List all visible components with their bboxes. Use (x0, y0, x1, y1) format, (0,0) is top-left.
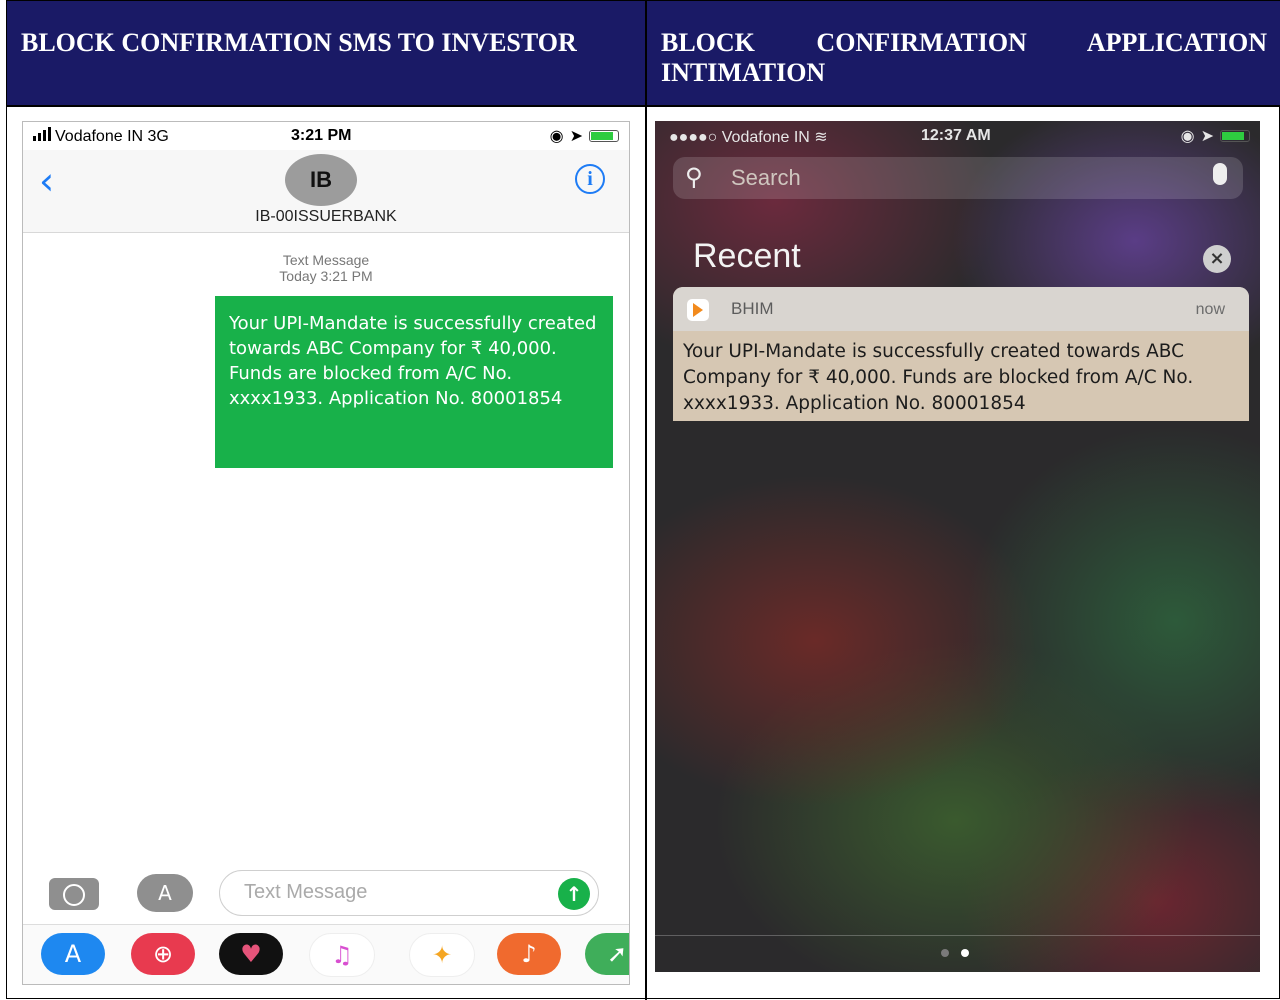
info-icon[interactable]: i (575, 164, 605, 194)
status-time: 3:21 PM (291, 127, 352, 144)
message-bubble: Your UPI-Mandate is successfully created… (215, 296, 613, 468)
back-chevron-icon[interactable]: ‹ (39, 162, 54, 200)
battery-icon (589, 130, 619, 142)
contact-name[interactable]: IB-00ISSUERBANK (23, 208, 629, 226)
notification-app-name: BHIM (731, 299, 774, 318)
dock-divider (655, 935, 1260, 936)
maps-icon[interactable]: ➚ (585, 933, 629, 975)
app-store-icon[interactable]: A (137, 874, 193, 912)
signal-icon (33, 127, 51, 141)
photos-icon[interactable]: ✦ (409, 933, 475, 977)
message-input-placeholder: Text Message (244, 881, 368, 903)
notification-text: Your UPI-Mandate is successfully created… (683, 341, 1194, 414)
status-bar: ●●●●○ Vodafone IN ≋ 12:37 AM ◉ ➤ (655, 121, 1260, 151)
wifi-icon: ≋ (814, 129, 828, 146)
status-icons: ◉ ➤ (550, 126, 619, 146)
guitar-icon[interactable]: ♪ (497, 933, 561, 975)
microphone-icon[interactable] (1213, 163, 1227, 185)
search-globe-icon[interactable]: ⊕ (131, 933, 195, 975)
message-type: Text Message (282, 252, 370, 268)
lock-rotation-icon: ◉ (549, 128, 564, 145)
imessage-app-drawer: A ⊕ ♥ ♫ ✦ ♪ ➚ (23, 924, 629, 984)
column-divider (645, 1, 647, 1000)
status-icons: ◉ ➤ (1181, 126, 1250, 146)
message-meta: Text Message Today 3:21 PM (23, 252, 629, 284)
notification-header: BHIM now (673, 287, 1249, 331)
notification-screenshot: ●●●●○ Vodafone IN ≋ 12:37 AM ◉ ➤ ⚲ Searc… (655, 121, 1260, 972)
search-bar[interactable]: ⚲ Search (673, 157, 1243, 199)
conversation-header: ‹ IB IB-00ISSUERBANK i (23, 150, 629, 233)
camera-icon[interactable] (49, 878, 99, 910)
sms-screenshot: Vodafone IN 3G 3:21 PM ◉ ➤ ‹ IB IB-00ISS… (22, 121, 630, 985)
page-dot (941, 949, 949, 957)
message-composer: A Text Message ↑ (23, 864, 629, 920)
notification-card[interactable]: BHIM now Your UPI-Mandate is successfull… (673, 287, 1249, 421)
page-dot-active (961, 949, 969, 957)
bhim-app-icon (687, 299, 709, 321)
lock-rotation-icon: ◉ (1180, 128, 1195, 145)
status-time: 12:37 AM (921, 127, 991, 144)
clear-notifications-icon[interactable]: × (1203, 245, 1231, 273)
notification-time: now (1195, 301, 1225, 318)
page-indicator[interactable] (941, 949, 969, 957)
carrier-label: Vodafone IN 3G (33, 127, 169, 146)
battery-icon (1220, 130, 1250, 142)
location-icon: ➤ (569, 128, 583, 145)
send-button[interactable]: ↑ (558, 878, 590, 910)
status-bar: Vodafone IN 3G 3:21 PM ◉ ➤ (23, 122, 629, 150)
section-title: Recent (693, 237, 801, 275)
message-input[interactable]: Text Message ↑ (219, 870, 599, 916)
search-placeholder: Search (731, 165, 801, 190)
location-icon: ➤ (1200, 128, 1214, 145)
music-icon[interactable]: ♫ (309, 933, 375, 977)
message-timestamp: Today 3:21 PM (279, 268, 373, 284)
heart-icon[interactable]: ♥ (219, 933, 283, 975)
search-icon: ⚲ (685, 163, 703, 191)
avatar[interactable]: IB (285, 154, 357, 206)
row-divider (7, 105, 1280, 107)
app-store-icon[interactable]: A (41, 933, 105, 975)
header-application-intimation: BLOCK CONFIRMATION APPLICATION INTIMATIO… (647, 1, 1280, 105)
carrier-label: ●●●●○ Vodafone IN ≋ (669, 129, 828, 146)
header-sms-to-investor: BLOCK CONFIRMATION SMS TO INVESTOR (7, 1, 645, 105)
